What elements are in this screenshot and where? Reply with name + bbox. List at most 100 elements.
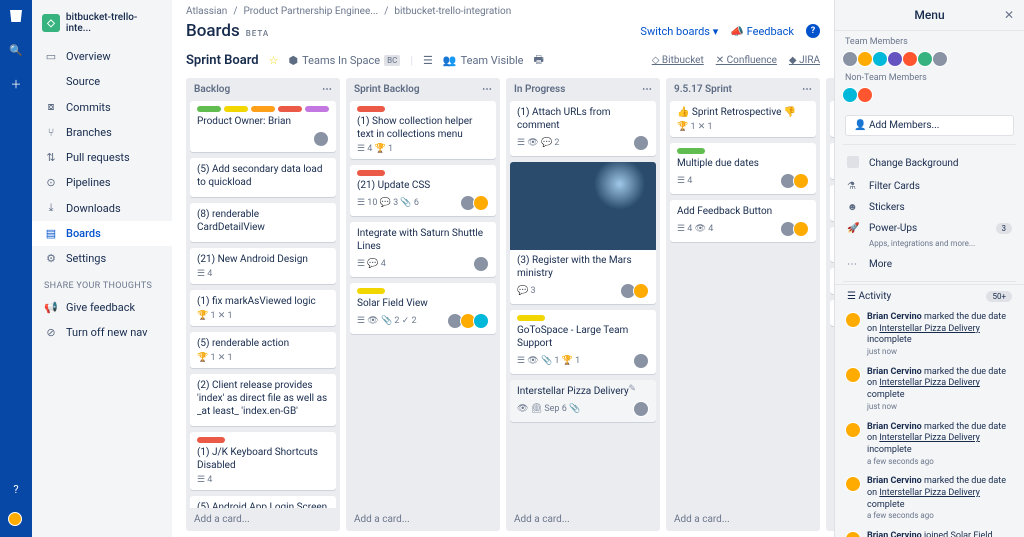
sidebar-item-branches[interactable]: ⑂Branches	[32, 120, 172, 145]
card[interactable]: GoToSpace - Large Team Support☰ 👁 📎 1 🏆 …	[510, 310, 656, 374]
column-menu-icon[interactable]: ⋯	[642, 84, 652, 95]
member-avatar[interactable]	[633, 135, 649, 151]
feedback-link[interactable]: 📣 Feedback	[730, 25, 794, 38]
member-avatar[interactable]	[473, 195, 489, 211]
column-menu-icon[interactable]: ⋯	[802, 84, 812, 95]
card[interactable]: (3) Register with the Mars ministry💬 3	[510, 162, 656, 304]
team-chip[interactable]: ⬢ Teams In Space BC	[289, 54, 401, 67]
column-menu-icon[interactable]: ⋯	[482, 84, 492, 95]
add-card-link[interactable]: Add a card...	[506, 508, 660, 531]
activity-card-link[interactable]: Interstellar Pizza Delivery	[879, 433, 980, 443]
card[interactable]: Product Owner: Brian	[190, 101, 336, 152]
list-icon[interactable]: ☰	[423, 54, 433, 67]
help-icon[interactable]: ?	[6, 479, 26, 499]
card[interactable]: (5) renderable action🏆 1 ✕ 1	[190, 332, 336, 368]
board-name[interactable]: Sprint Board	[186, 53, 259, 68]
card[interactable]: (8) renderable CardDetailView	[190, 203, 336, 242]
member-avatar[interactable]	[473, 256, 489, 272]
menu-item-stickers[interactable]: ☻Stickers	[835, 197, 1024, 218]
member-avatar[interactable]	[793, 173, 809, 189]
activity-avatar[interactable]	[845, 476, 861, 492]
sidebar-item-boards[interactable]: ▤Boards	[32, 221, 172, 246]
star-icon[interactable]: ☆	[269, 54, 279, 67]
nonteam-avatars[interactable]	[845, 87, 1014, 103]
card[interactable]: Verify	[830, 300, 834, 326]
sidebar-item-commits[interactable]: ⧇Commits	[32, 94, 172, 120]
card[interactable]: (21) New Android Design☰ 4	[190, 248, 336, 284]
sidebar-item-settings[interactable]: ⚙Settings	[32, 246, 172, 271]
sidebar-item-downloads[interactable]: ⤓Downloads	[32, 195, 172, 221]
add-members-input[interactable]: 👤 Add Members...	[845, 115, 1014, 136]
add-card-link[interactable]: Add a card...	[666, 508, 820, 531]
print-icon[interactable]: 🖶	[534, 51, 544, 70]
card[interactable]: (5) Add secondary data load to quickload	[190, 158, 336, 197]
breadcrumb-link[interactable]: Product Partnership Enginee...	[243, 6, 378, 17]
card[interactable]: (1) Show collection helper text in colle…	[350, 101, 496, 159]
column-title[interactable]: Backlog	[194, 84, 230, 95]
plus-icon[interactable]: ＋	[6, 74, 26, 94]
profile-icon[interactable]	[6, 509, 26, 529]
card[interactable]: (1) Attach URLs from comment☰ 👁 💬 2	[510, 101, 656, 156]
column-title[interactable]: 9.5.17 Sprint	[674, 84, 732, 95]
card[interactable]: 👍 Sp🏆 1	[830, 101, 834, 137]
search-icon[interactable]: 🔍	[6, 40, 26, 60]
member-avatar[interactable]	[633, 353, 649, 369]
member-avatar[interactable]	[793, 221, 809, 237]
card[interactable]: (5) Android App Login Screen Wireframes	[190, 496, 336, 508]
column-menu-icon[interactable]: ⋯	[322, 84, 332, 95]
activity-avatar[interactable]	[845, 531, 861, 537]
card[interactable]: (1) J/K Keyboard Shortcuts Disabled☰ 4	[190, 432, 336, 490]
column-title[interactable]: In Progress	[514, 84, 565, 95]
card[interactable]: (2) Re	[830, 227, 834, 262]
integration-link-bitbucket[interactable]: ◇ Bitbucket	[652, 55, 704, 66]
column-title[interactable]: Sprint Backlog	[354, 84, 420, 95]
sidebar-item-turn-off-new-nav[interactable]: ⊘Turn off new nav	[32, 320, 172, 345]
card[interactable]: Add Feedback Button☰ 4 👁 4	[670, 200, 816, 242]
help-icon[interactable]: ?	[806, 24, 820, 38]
card[interactable]: (21) Update CSS☰ 10 💬 3 📎 6	[350, 165, 496, 216]
card[interactable]: Solar Field View☰ 👁 📎 2 ✓ 2	[350, 283, 496, 334]
integration-link-confluence[interactable]: ✕ Confluence	[716, 55, 777, 66]
breadcrumb-link[interactable]: bitbucket-trello-integration	[394, 6, 511, 17]
member-avatar[interactable]	[633, 401, 649, 417]
integration-link-jira[interactable]: ◆ JIRA	[789, 55, 820, 66]
sidebar-item-overview[interactable]: ▭Overview	[32, 44, 172, 69]
activity-avatar[interactable]	[845, 367, 861, 383]
card[interactable]: 👍 Sprint Retrospective 👎🏆 1 ✕ 1	[670, 101, 816, 137]
bitbucket-logo-icon[interactable]	[6, 6, 26, 26]
menu-item-change-background[interactable]: Change Background	[835, 151, 1024, 176]
card[interactable]: Integrate with Saturn Shuttle Lines☰ 💬 4	[350, 222, 496, 277]
menu-item-filter-cards[interactable]: ⚗Filter Cards	[835, 176, 1024, 197]
edit-icon[interactable]: ✎	[628, 384, 636, 394]
visibility-chip[interactable]: 👥 Team Visible	[443, 54, 524, 67]
member-avatar[interactable]	[633, 283, 649, 299]
member-avatar[interactable]	[313, 131, 329, 147]
activity-card-link[interactable]: Interstellar Pizza Delivery	[879, 324, 980, 334]
sidebar-item-pipelines[interactable]: ⊙Pipelines	[32, 170, 172, 195]
project-header[interactable]: ◇ bitbucket-trello-inte...	[32, 8, 172, 44]
card[interactable]: (8) Let name URL☰ 4	[830, 143, 834, 179]
menu-item-power-ups[interactable]: 🚀Power-Ups3	[835, 218, 1024, 239]
card[interactable]: (3) plu☰ 4	[830, 185, 834, 221]
member-avatar[interactable]	[473, 313, 489, 329]
card[interactable]: (2) Client release provides 'index' as d…	[190, 374, 336, 426]
card[interactable]: Multiple due dates☰ 4	[670, 143, 816, 194]
activity-avatar[interactable]	[845, 422, 861, 438]
add-card-link[interactable]: Add a	[826, 508, 834, 531]
add-card-link[interactable]: Add a card...	[186, 508, 340, 531]
activity-avatar[interactable]	[845, 312, 861, 328]
activity-card-link[interactable]: Interstellar Pizza Delivery	[879, 378, 980, 388]
switch-boards-link[interactable]: Switch boards ▾	[640, 25, 718, 38]
card[interactable]: (3) Pla	[830, 268, 834, 294]
sidebar-item-source[interactable]: Source	[32, 69, 172, 94]
close-icon[interactable]: ✕	[1004, 8, 1014, 22]
team-avatars[interactable]	[845, 51, 1014, 67]
activity-card-link[interactable]: Interstellar Pizza Delivery	[879, 488, 980, 498]
card[interactable]: (1) fix markAsViewed logic🏆 1 ✕ 1	[190, 290, 336, 326]
sidebar-item-pull-requests[interactable]: ⇅Pull requests	[32, 145, 172, 170]
card[interactable]: Interstellar Pizza Delivery✎👁 ⏲ Sep 6 📎	[510, 380, 656, 422]
add-card-link[interactable]: Add a card...	[346, 508, 500, 531]
menu-item-more[interactable]: ⋯More	[835, 254, 1024, 275]
sidebar-item-give-feedback[interactable]: 📢Give feedback	[32, 295, 172, 320]
breadcrumb-link[interactable]: Atlassian	[186, 6, 227, 17]
